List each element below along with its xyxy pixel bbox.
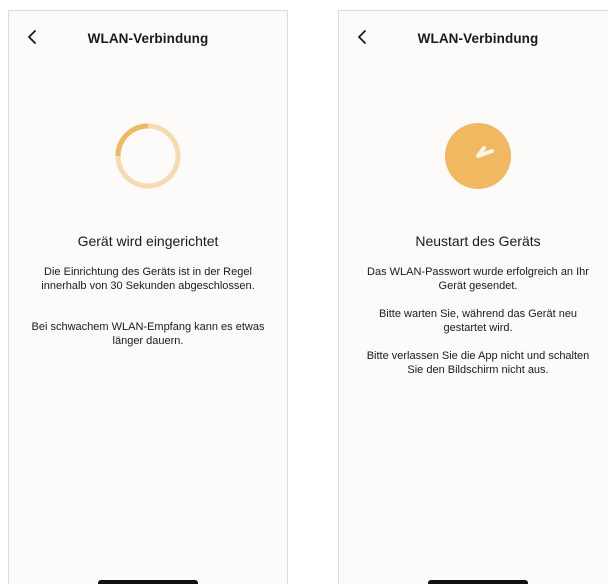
status-heading: Gerät wird eingerichtet xyxy=(77,233,219,249)
screenshot-canvas: WLAN-Verbindung Gerät wird eingerichtet … xyxy=(0,0,608,584)
page-title: WLAN-Verbindung xyxy=(87,31,209,46)
info-paragraph: Bei schwachem WLAN-Empfang kann es etwas… xyxy=(31,321,265,347)
phone-screen-setup: WLAN-Verbindung Gerät wird eingerichtet … xyxy=(8,10,288,584)
info-paragraph: Das WLAN-Passwort wurde erfolgreich an I… xyxy=(367,266,589,292)
home-indicator xyxy=(98,580,198,584)
info-paragraph: Bitte verlassen Sie die App nicht und sc… xyxy=(366,350,590,376)
info-paragraph: Die Einrichtung des Geräts ist in der Re… xyxy=(41,266,255,292)
status-heading: Neustart des Geräts xyxy=(415,233,541,249)
page-title: WLAN-Verbindung xyxy=(417,31,539,46)
clock-icon xyxy=(443,121,513,191)
loading-ring-icon xyxy=(113,121,183,191)
phone-screen-restart: WLAN-Verbindung Neustart des Geräts Das … xyxy=(338,10,608,584)
nav-bar: WLAN-Verbindung xyxy=(9,11,287,65)
info-paragraph: Bitte warten Sie, während das Gerät neu … xyxy=(378,308,578,334)
home-indicator xyxy=(428,580,528,584)
nav-bar: WLAN-Verbindung xyxy=(339,11,608,65)
